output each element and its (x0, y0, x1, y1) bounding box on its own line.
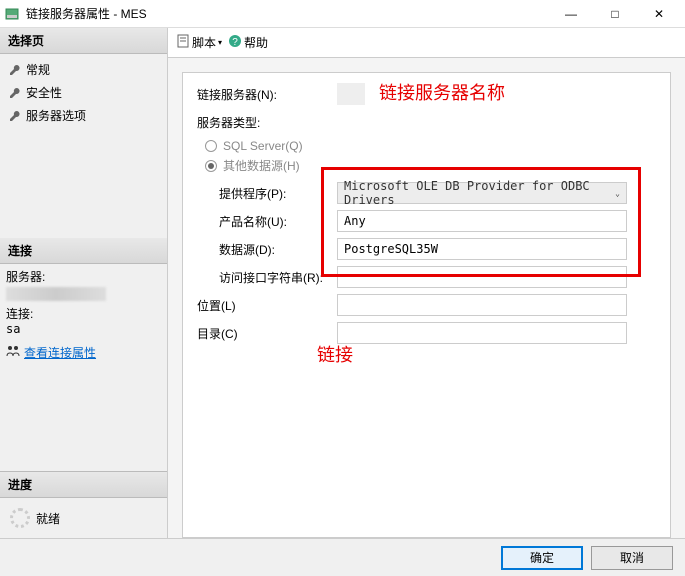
wrench-icon (8, 109, 22, 123)
connection-value: sa (6, 322, 161, 336)
titlebar: 链接服务器属性 - MES — □ ✕ (0, 0, 685, 28)
chevron-down-icon: ⌄ (615, 189, 620, 198)
radio-other[interactable] (205, 160, 217, 172)
close-button[interactable]: ✕ (637, 0, 681, 28)
linked-server-field[interactable] (337, 83, 365, 105)
wrench-icon (8, 86, 22, 100)
datasource-input[interactable] (337, 238, 627, 260)
sidebar: 选择页 常规 安全性 服务器选项 连接 服务器: 连接: sa 查看 (0, 28, 168, 538)
progress-header: 进度 (0, 471, 167, 498)
toolbar: 脚本 ▾ ? 帮助 (168, 28, 685, 58)
provstring-input[interactable] (337, 266, 627, 288)
catalog-label: 目录(C) (197, 325, 337, 342)
select-page-header: 选择页 (0, 28, 167, 54)
nav-label: 常规 (26, 61, 50, 78)
progress-spinner-icon (10, 508, 30, 528)
form-panel: 链接服务器(N): 服务器类型: SQL Server(Q) 其他数据源(H) (182, 72, 671, 538)
connection-header: 连接 (0, 238, 167, 264)
server-label: 服务器: (6, 268, 161, 285)
script-icon (176, 34, 190, 51)
progress-status: 就绪 (36, 510, 60, 527)
chevron-down-icon: ▾ (218, 38, 222, 47)
product-label: 产品名称(U): (219, 213, 337, 230)
window-title: 链接服务器属性 - MES (26, 5, 549, 22)
ok-button[interactable]: 确定 (501, 546, 583, 570)
footer: 确定 取消 (0, 538, 685, 576)
radio-sqlserver-label: SQL Server(Q) (223, 139, 303, 153)
help-label: 帮助 (244, 34, 268, 51)
app-icon (4, 6, 20, 22)
script-button[interactable]: 脚本 ▾ (176, 34, 222, 51)
help-icon: ? (228, 34, 242, 51)
datasource-label: 数据源(D): (219, 241, 337, 258)
radio-sqlserver[interactable] (205, 140, 217, 152)
cancel-button[interactable]: 取消 (591, 546, 673, 570)
radio-other-label: 其他数据源(H) (223, 157, 300, 174)
nav-server-options[interactable]: 服务器选项 (0, 104, 167, 127)
location-label: 位置(L) (197, 297, 337, 314)
nav-label: 安全性 (26, 84, 62, 101)
script-label: 脚本 (192, 34, 216, 51)
connection-label: 连接: (6, 305, 161, 322)
linked-server-label: 链接服务器(N): (197, 86, 337, 103)
people-icon (6, 345, 20, 360)
svg-text:?: ? (232, 37, 238, 48)
annotation-link: 链接 (317, 341, 353, 367)
view-connection-properties-link[interactable]: 查看连接属性 (24, 344, 96, 361)
product-input[interactable] (337, 210, 627, 232)
catalog-input[interactable] (337, 322, 627, 344)
provider-value: Microsoft OLE DB Provider for ODBC Drive… (344, 179, 615, 207)
provider-select[interactable]: Microsoft OLE DB Provider for ODBC Drive… (337, 182, 627, 204)
provider-label: 提供程序(P): (219, 185, 337, 202)
minimize-button[interactable]: — (549, 0, 593, 28)
help-button[interactable]: ? 帮助 (228, 34, 268, 51)
provstring-label: 访问接口字符串(R): (219, 269, 337, 286)
server-value-redacted (6, 287, 106, 301)
maximize-button[interactable]: □ (593, 0, 637, 28)
location-input[interactable] (337, 294, 627, 316)
nav-label: 服务器选项 (26, 107, 86, 124)
window-buttons: — □ ✕ (549, 0, 681, 28)
server-type-label: 服务器类型: (197, 114, 337, 131)
nav-security[interactable]: 安全性 (0, 81, 167, 104)
nav-general[interactable]: 常规 (0, 58, 167, 81)
wrench-icon (8, 63, 22, 77)
